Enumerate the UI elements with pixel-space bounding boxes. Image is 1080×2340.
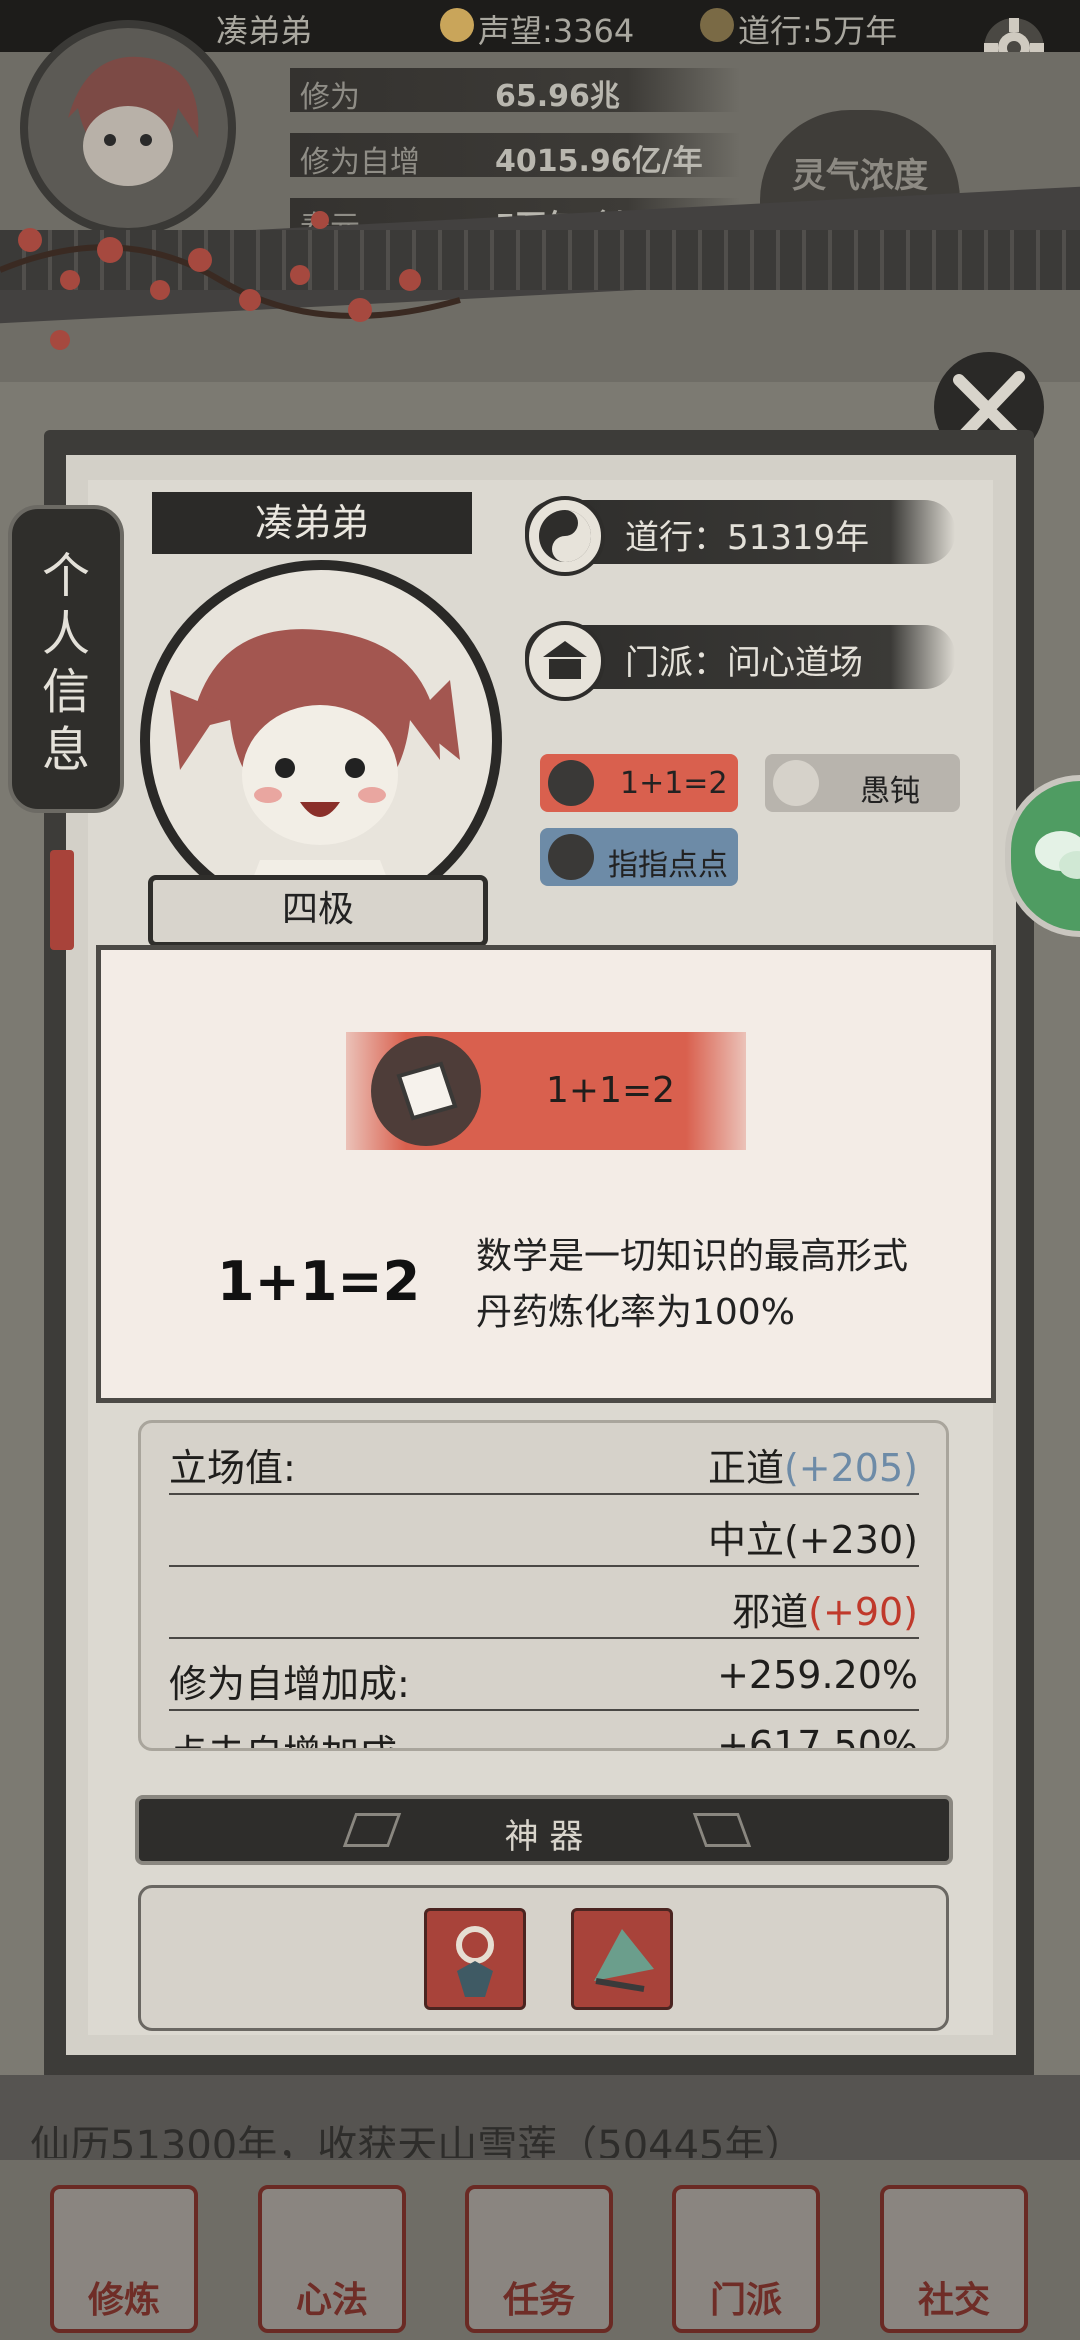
scroll-icon [371,1036,481,1146]
nav-tasks[interactable]: 任务 [465,2185,613,2333]
artifacts-box [138,1885,949,2031]
jade-pendant-icon[interactable] [424,1908,526,2010]
stat-row-cultivation: 修为 65.96兆 [290,68,740,115]
side-tab-personal-info[interactable]: 个人信息 [8,505,124,813]
character-name: 凑弟弟 [152,492,472,554]
sect-pill[interactable]: 门派：问心道场 [525,621,955,701]
artifacts-header: 神 器 [135,1795,953,1865]
dao-text: 道行：51319年 [625,518,870,558]
event-ticker: 仙历51300年，收获天山雪莲（50445年） [30,2123,805,2158]
chat-icon [1035,831,1080,879]
chat-bubble-button[interactable] [1005,775,1080,937]
cultivation-bonus-label: 修为自增加成: [169,1662,410,1706]
stance-evil: 邪道(+90) [732,1590,918,1634]
yin-yang-icon [700,8,734,42]
dao-value: 道行:5万年 [738,12,898,50]
stance-righteous: 正道(+205) [707,1446,918,1490]
trait-title: 1+1=2 [217,1250,421,1313]
stance-neutral: 中立(+230) [707,1518,918,1562]
trait-tag-math[interactable]: 1+1=2 [540,754,738,812]
nav-cultivate[interactable]: 修炼 [50,2185,198,2333]
trait-tag-dull[interactable]: 愚钝 [765,754,960,812]
dao-pill: 道行：51319年 [525,496,955,576]
reputation-coin-icon [440,8,474,42]
trait-detail-card: 1+1=2 1+1=2 数学是一切知识的最高形式 丹药炼化率为100% [96,945,996,1403]
partial-bonus-value: +617.50% [717,1723,918,1751]
trait-desc-line1: 数学是一切知识的最高形式 [476,1236,909,1277]
scroll-icon [773,760,819,806]
plum-blossom-branch [0,211,461,350]
scroll-icon [548,834,594,880]
player-name: 凑弟弟 [216,12,313,50]
rank-plate: 四极 [148,875,488,947]
fan-icon[interactable] [571,1908,673,2010]
nav-sect[interactable]: 门派 [672,2185,820,2333]
trait-banner-label: 1+1=2 [546,1070,676,1111]
trait-banner: 1+1=2 [346,1032,746,1150]
cultivation-bonus-value: +259.20% [717,1653,918,1697]
trait-tag-pointing[interactable]: 指指点点 [540,828,738,886]
tassel-ornament [50,850,74,950]
spirit-density-label: 灵气浓度 [792,156,928,196]
nav-social[interactable]: 社交 [880,2185,1028,2333]
trait-desc-line2: 丹药炼化率为100% [476,1292,795,1333]
temple-icon [525,621,605,701]
sect-text: 门派：问心道场 [625,643,863,683]
side-tab-label: 个人信息 [41,548,90,778]
stance-label: 立场值: [169,1446,296,1490]
stat-row-cultivation-rate: 修为自增 4015.96亿/年 [290,133,740,180]
reputation-value: 声望:3364 [478,12,635,50]
character-portrait [140,560,502,922]
stance-stats-card[interactable]: 立场值: 正道(+205) 中立(+230) 邪道(+90) 修为自增加成: +… [138,1420,949,1751]
nav-methods[interactable]: 心法 [258,2185,406,2333]
artifacts-title: 神 器 [504,1817,584,1857]
scroll-icon [548,760,594,806]
yin-yang-icon [525,496,605,576]
partial-bonus-label: 点击自增加成 [169,1723,397,1748]
